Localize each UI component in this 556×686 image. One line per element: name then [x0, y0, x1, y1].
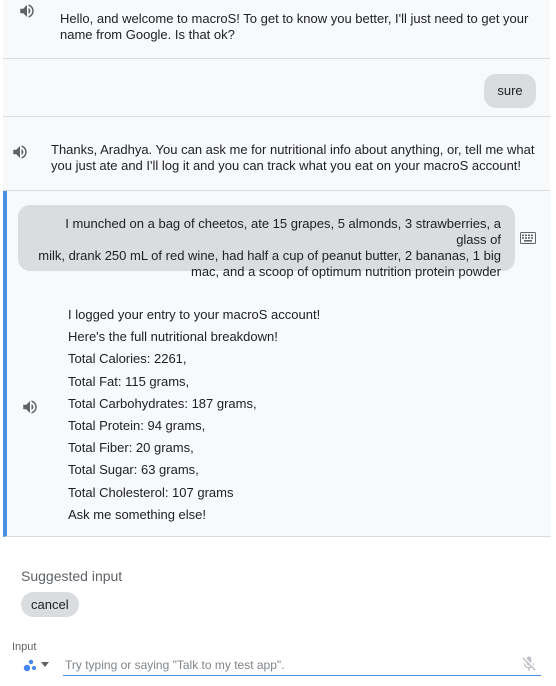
user-bubble-sure: sure — [484, 74, 536, 108]
breakdown-line: I logged your entry to your macroS accou… — [68, 307, 321, 322]
breakdown-line: Total Cholesterol: 107 grams — [68, 484, 234, 500]
volume-icon[interactable] — [18, 2, 36, 20]
food-log-line-1: I munched on a bag of cheetos, ate 15 gr… — [65, 216, 501, 247]
breakdown-line: Total Fiber: 20 grams, — [68, 440, 194, 456]
food-log-line-2: milk, drank 250 mL of red wine, had half… — [38, 248, 501, 263]
agent-reply: Thanks, Aradhya. You can ask me for nutr… — [51, 142, 541, 174]
user-message-pane — [3, 59, 550, 117]
agent-reply-line-2: you just ate and I'll log it and you can… — [51, 158, 522, 173]
welcome-line-1: Hello, and welcome to macroS! To get to … — [60, 11, 529, 26]
mic-off-icon[interactable] — [520, 655, 538, 673]
volume-icon[interactable] — [21, 398, 39, 416]
breakdown-line: Ask me something else! — [68, 506, 207, 522]
breakdown-line: Total Sugar: 63 grams, — [68, 462, 199, 478]
nutrition-breakdown: I logged your entry to your macroS accou… — [68, 304, 320, 526]
welcome-message-pane: Hello, and welcome to macroS! To get to … — [3, 0, 550, 59]
breakdown-line: Total Fat: 115 grams, — [68, 373, 190, 389]
volume-icon[interactable] — [11, 143, 29, 161]
welcome-line-2: name from Google. Is that ok? — [60, 27, 235, 42]
breakdown-line: Total Protein: 94 grams, — [68, 418, 206, 434]
food-log-line-3: mac, and a scoop of optimum nutrition pr… — [190, 264, 501, 279]
breakdown-line: Total Calories: 2261, — [68, 351, 187, 367]
suggestion-chip-cancel[interactable]: cancel — [21, 592, 79, 617]
suggested-input-label: Suggested input — [21, 568, 123, 584]
breakdown-line: Here's the full nutritional breakdown! — [68, 329, 278, 345]
chat-input[interactable] — [63, 654, 541, 676]
welcome-message: Hello, and welcome to macroS! To get to … — [60, 11, 530, 43]
assistant-dots-icon[interactable] — [22, 659, 40, 673]
keyboard-icon — [520, 232, 536, 244]
chevron-down-icon[interactable] — [41, 662, 49, 667]
breakdown-line: Total Carbohydrates: 187 grams, — [68, 395, 257, 411]
agent-reply-line-1: Thanks, Aradhya. You can ask me for nutr… — [51, 142, 535, 157]
user-bubble-food-log: I munched on a bag of cheetos, ate 15 gr… — [18, 205, 515, 279]
input-label: Input — [12, 641, 37, 653]
agent-reply-pane: Thanks, Aradhya. You can ask me for nutr… — [3, 117, 550, 191]
